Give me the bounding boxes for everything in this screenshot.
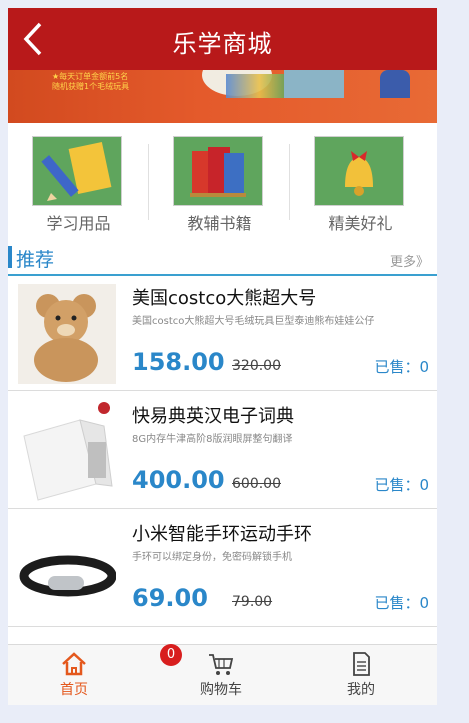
category-label: 教辅书籍 xyxy=(187,214,252,233)
product-price: 400.00 xyxy=(132,466,225,494)
banner-text: ★每天订单金额前5名 随机获赠1个毛绒玩具 xyxy=(52,72,129,92)
product-description: 手环可以绑定身份，免密码解锁手机 xyxy=(132,552,292,563)
tab-cart[interactable]: 购物车 xyxy=(171,651,271,699)
more-link[interactable]: 更多》 xyxy=(390,251,429,270)
product-image-electronic-dictionary xyxy=(18,402,116,502)
cart-count-badge: 0 xyxy=(160,644,182,666)
banner-line-1: ★每天订单金额前5名 xyxy=(52,72,129,81)
product-original-price: 600.00 xyxy=(232,476,281,492)
bottom-tab-bar: 首页 购物车 0 我的 xyxy=(8,644,437,705)
tab-label: 购物车 xyxy=(200,682,242,698)
promo-banner[interactable]: ★每天订单金额前5名 随机获赠1个毛绒玩具 xyxy=(8,70,437,123)
product-original-price: 79.00 xyxy=(232,594,273,610)
product-sold-count: 已售：0 xyxy=(374,594,429,612)
section-title: 推荐 xyxy=(16,249,55,271)
product-price: 69.00 xyxy=(132,584,208,612)
product-sold-count: 已售：0 xyxy=(374,476,429,494)
product-image-fitness-band xyxy=(18,520,117,620)
home-icon xyxy=(62,652,86,676)
bell-gift-icon xyxy=(314,136,404,206)
tab-label: 我的 xyxy=(347,682,375,698)
pencil-icon xyxy=(32,136,122,206)
product-name: 美国costco大熊超大号 xyxy=(132,288,317,309)
app-header: 乐学商城 xyxy=(8,8,437,70)
category-label: 精美好礼 xyxy=(328,214,393,233)
product-item[interactable]: 快易典英汉电子词典 8G内存牛津高阶8版润眼屏整句翻译 400.00 600.0… xyxy=(8,396,437,509)
product-original-price: 320.00 xyxy=(232,358,281,374)
product-name: 小米智能手环运动手环 xyxy=(132,524,312,545)
product-sold-count: 已售：0 xyxy=(374,358,429,376)
document-icon xyxy=(353,652,370,676)
category-label: 学习用品 xyxy=(46,214,111,233)
product-item[interactable]: 美国costco大熊超大号 美国costco大熊超大号毛绒玩具巨型泰迪熊布娃娃公… xyxy=(8,278,437,391)
product-price: 158.00 xyxy=(132,348,225,376)
books-icon xyxy=(173,136,263,206)
cart-icon xyxy=(209,654,234,675)
banner-line-2: 随机获赠1个毛绒玩具 xyxy=(52,82,130,91)
app-screen: 乐学商城 ★每天订单金额前5名 随机获赠1个毛绒玩具 学习用品 教辅书籍 精美好… xyxy=(8,8,437,705)
banner-toy-image xyxy=(380,70,410,98)
product-name: 快易典英汉电子词典 xyxy=(132,406,294,427)
tab-mine[interactable]: 我的 xyxy=(311,651,411,699)
product-description: 8G内存牛津高阶8版润眼屏整句翻译 xyxy=(132,434,293,445)
category-books[interactable]: 教辅书籍 xyxy=(149,136,290,233)
section-accent-bar xyxy=(8,246,12,268)
recommend-header: 推荐 更多》 xyxy=(8,240,437,276)
tab-home[interactable]: 首页 xyxy=(24,651,124,699)
category-row: 学习用品 教辅书籍 精美好礼 xyxy=(8,126,437,234)
category-gifts[interactable]: 精美好礼 xyxy=(290,136,431,233)
page-title: 乐学商城 xyxy=(172,30,273,58)
category-study-supplies[interactable]: 学习用品 xyxy=(8,136,149,233)
banner-map-image xyxy=(284,70,344,98)
product-image-teddy-bear xyxy=(18,284,116,384)
product-description: 美国costco大熊超大号毛绒玩具巨型泰迪熊布娃娃公仔 xyxy=(132,316,375,327)
tab-label: 首页 xyxy=(60,682,88,698)
product-item[interactable]: 小米智能手环运动手环 手环可以绑定身份，免密码解锁手机 69.00 79.00 … xyxy=(8,514,437,627)
